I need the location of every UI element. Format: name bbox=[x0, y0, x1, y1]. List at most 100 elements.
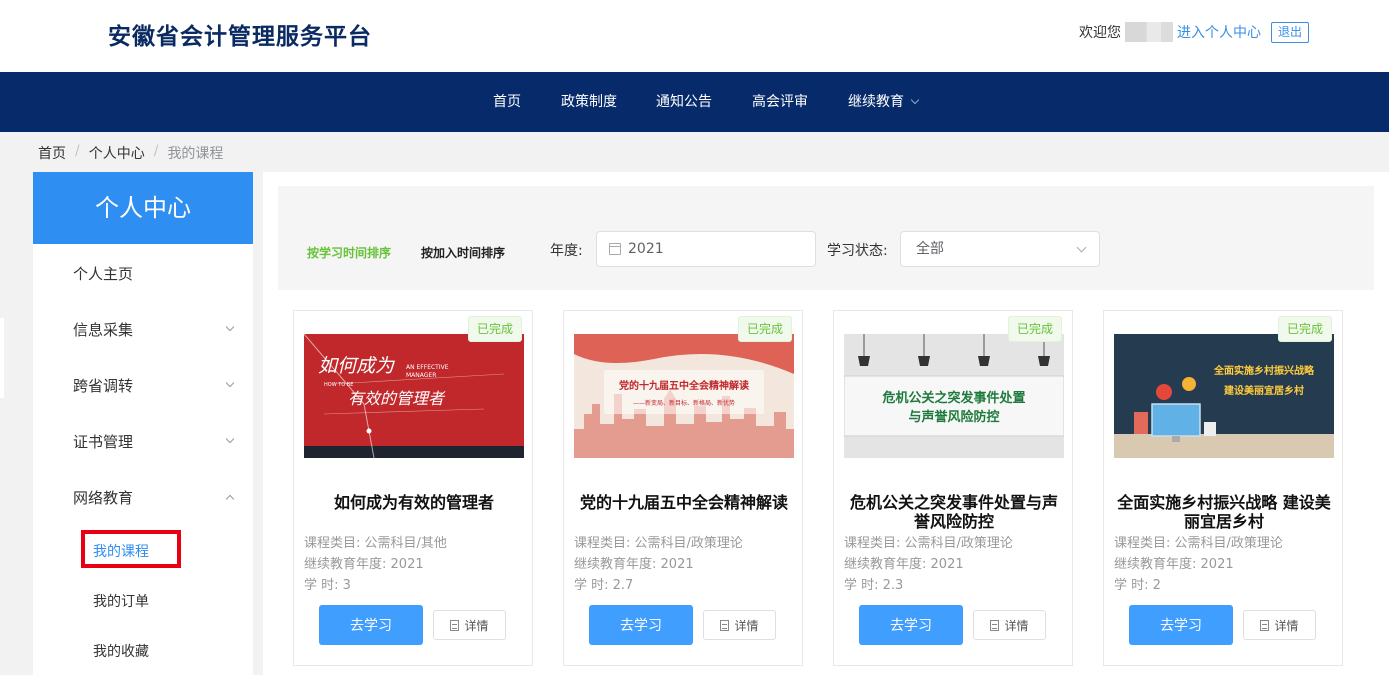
course-year: 继续教育年度: 2021 bbox=[844, 557, 964, 572]
document-icon bbox=[720, 619, 730, 631]
thumb-text: 建设美丽宜居乡村 bbox=[1223, 384, 1304, 397]
course-title[interactable]: 危机公关之突发事件处置与声誉风险防控 bbox=[844, 493, 1064, 531]
sidebar-item-label: 跨省调转 bbox=[73, 377, 134, 395]
chevron-down-icon bbox=[910, 95, 920, 105]
course-card: 已完成 党的十九届五中全会精神解读 ——新变局、新目标、新格局、新优势 党的十九… bbox=[563, 310, 803, 666]
course-thumbnail[interactable]: 全面实施乡村振兴战略 建设美丽宜居乡村 bbox=[1114, 334, 1334, 458]
detail-button[interactable]: 详情 bbox=[433, 610, 506, 640]
sidebar-item-label: 网络教育 bbox=[73, 489, 134, 507]
year-value: 2021 bbox=[628, 241, 664, 257]
detail-button[interactable]: 详情 bbox=[973, 610, 1046, 640]
thumb-text: HOW TO BE bbox=[324, 382, 353, 388]
nav-item-label: 继续教育 bbox=[848, 94, 904, 110]
masked-username bbox=[1124, 22, 1173, 42]
sidebar-item-certificate[interactable]: 证书管理 bbox=[73, 431, 235, 452]
study-button[interactable]: 去学习 bbox=[589, 605, 693, 645]
status-badge: 已完成 bbox=[737, 316, 792, 342]
breadcrumb-separator: / bbox=[153, 143, 159, 159]
calendar-icon bbox=[609, 243, 621, 255]
document-icon bbox=[1260, 619, 1270, 631]
user-area: 欢迎您 进入个人中心 退出 bbox=[1079, 21, 1309, 43]
chevron-up-icon bbox=[225, 494, 235, 504]
sort-by-join-time[interactable]: 按加入时间排序 bbox=[421, 244, 505, 261]
thumb-text: ——新变局、新目标、新格局、新优势 bbox=[633, 399, 735, 407]
page-edge-tab bbox=[0, 318, 4, 398]
breadcrumb-separator: / bbox=[75, 143, 80, 159]
status-badge: 已完成 bbox=[467, 316, 522, 342]
course-category: 课程类目: 公需科目/政策理论 bbox=[844, 536, 1013, 551]
sidebar-item-online-education[interactable]: 网络教育 bbox=[73, 487, 235, 508]
thumb-text: MANAGER bbox=[406, 372, 436, 379]
main-nav: 首页 政策制度 通知公告 高会评审 继续教育 bbox=[0, 72, 1389, 132]
sidebar-item-info-collect[interactable]: 信息采集 bbox=[73, 319, 235, 340]
course-thumbnail[interactable]: 如何成为 AN EFFECTIVE MANAGER HOW TO BE 有效的管… bbox=[304, 334, 524, 458]
thumb-text: 危机公关之突发事件处置 bbox=[882, 390, 1025, 406]
nav-item-continuing-education[interactable]: 继续教育 bbox=[848, 72, 920, 132]
course-category: 课程类目: 公需科目/其他 bbox=[304, 536, 447, 551]
nav-item-notice[interactable]: 通知公告 bbox=[656, 72, 712, 132]
thumb-text: 如何成为 bbox=[318, 355, 395, 377]
site-header: 安徽省会计管理服务平台 欢迎您 进入个人中心 退出 bbox=[0, 0, 1389, 72]
chevron-down-icon bbox=[225, 378, 235, 388]
course-year: 继续教育年度: 2021 bbox=[574, 557, 694, 572]
welcome-text: 欢迎您 bbox=[1078, 25, 1121, 41]
course-year: 继续教育年度: 2021 bbox=[1114, 557, 1234, 572]
sidebar-sub-my-orders[interactable]: 我的订单 bbox=[93, 591, 149, 611]
logout-button[interactable]: 退出 bbox=[1270, 21, 1309, 43]
status-badge: 已完成 bbox=[1007, 316, 1062, 342]
thumb-text: 有效的管理者 bbox=[348, 389, 446, 408]
course-card: 已完成 如何成为 AN EFFECTIVE MANAGER HOW TO BE … bbox=[293, 310, 533, 666]
document-icon bbox=[450, 619, 460, 631]
sidebar-item-label: 信息采集 bbox=[73, 321, 134, 339]
course-thumbnail[interactable]: 党的十九届五中全会精神解读 ——新变局、新目标、新格局、新优势 bbox=[574, 334, 794, 458]
study-button[interactable]: 去学习 bbox=[319, 605, 423, 645]
course-title[interactable]: 全面实施乡村振兴战略 建设美丽宜居乡村 bbox=[1114, 493, 1334, 531]
user-center-link[interactable]: 进入个人中心 bbox=[1177, 22, 1261, 42]
nav-item-policy[interactable]: 政策制度 bbox=[561, 72, 617, 132]
nav-item-review[interactable]: 高会评审 bbox=[752, 72, 808, 132]
course-thumbnail[interactable]: 危机公关之突发事件处置 与声誉风险防控 bbox=[844, 334, 1064, 458]
sidebar-title: 个人中心 bbox=[33, 172, 253, 244]
site-title: 安徽省会计管理服务平台 bbox=[108, 24, 372, 50]
breadcrumb-user-center[interactable]: 个人中心 bbox=[89, 143, 145, 163]
study-button[interactable]: 去学习 bbox=[1129, 605, 1233, 645]
sidebar-sub-my-favorites[interactable]: 我的收藏 bbox=[93, 641, 149, 661]
course-category: 课程类目: 公需科目/政策理论 bbox=[1114, 536, 1283, 551]
sidebar-item-home[interactable]: 个人主页 bbox=[73, 263, 233, 284]
thumb-text: 党的十九届五中全会精神解读 bbox=[619, 379, 749, 392]
sidebar: 个人中心 个人主页 信息采集 跨省调转 证书管理 网络教育 我的课程 我的订单 … bbox=[33, 172, 253, 675]
study-button[interactable]: 去学习 bbox=[859, 605, 963, 645]
highlight-box bbox=[81, 530, 181, 568]
chevron-down-icon bbox=[1076, 242, 1087, 253]
chevron-down-icon bbox=[225, 322, 235, 332]
main-content: 按学习时间排序 按加入时间排序 年度: 2021 学习状态: 全部 已完成 如何… bbox=[263, 172, 1389, 675]
course-card: 已完成 危机公关之突发事件处置 与声誉风险防控 危机公关之突发事件处置与声誉风险… bbox=[833, 310, 1073, 666]
filter-bar: 按学习时间排序 按加入时间排序 年度: 2021 学习状态: 全部 bbox=[278, 186, 1374, 290]
course-year: 继续教育年度: 2021 bbox=[304, 557, 424, 572]
thumb-text: AN EFFECTIVE bbox=[406, 364, 449, 371]
year-label: 年度: bbox=[550, 243, 583, 259]
status-value: 全部 bbox=[916, 241, 944, 257]
year-picker[interactable]: 2021 bbox=[596, 231, 816, 267]
course-category: 课程类目: 公需科目/政策理论 bbox=[574, 536, 743, 551]
document-icon bbox=[990, 619, 1000, 631]
sidebar-item-transfer[interactable]: 跨省调转 bbox=[73, 375, 235, 396]
breadcrumb-current: 我的课程 bbox=[167, 146, 224, 162]
course-hours: 学 时: 2.7 bbox=[574, 578, 634, 593]
course-title[interactable]: 如何成为有效的管理者 bbox=[304, 493, 524, 512]
sidebar-item-label: 证书管理 bbox=[73, 433, 134, 451]
sort-by-study-time[interactable]: 按学习时间排序 bbox=[307, 244, 391, 261]
course-hours: 学 时: 3 bbox=[304, 578, 351, 593]
course-hours: 学 时: 2 bbox=[1114, 578, 1161, 593]
breadcrumb-home[interactable]: 首页 bbox=[38, 143, 66, 163]
status-label: 学习状态: bbox=[827, 243, 888, 259]
thumb-text: 全面实施乡村振兴战略 bbox=[1213, 364, 1315, 377]
detail-button[interactable]: 详情 bbox=[1243, 610, 1316, 640]
course-card: 已完成 全面实施乡村振兴战略 建设美丽宜居乡村 全面实施乡村振兴战略 建设美丽宜… bbox=[1103, 310, 1343, 666]
status-select[interactable]: 全部 bbox=[900, 231, 1100, 267]
course-title[interactable]: 党的十九届五中全会精神解读 bbox=[574, 493, 794, 512]
detail-button[interactable]: 详情 bbox=[703, 610, 776, 640]
nav-item-home[interactable]: 首页 bbox=[493, 72, 521, 132]
thumb-text: 与声誉风险防控 bbox=[908, 409, 999, 425]
course-hours: 学 时: 2.3 bbox=[844, 578, 904, 593]
